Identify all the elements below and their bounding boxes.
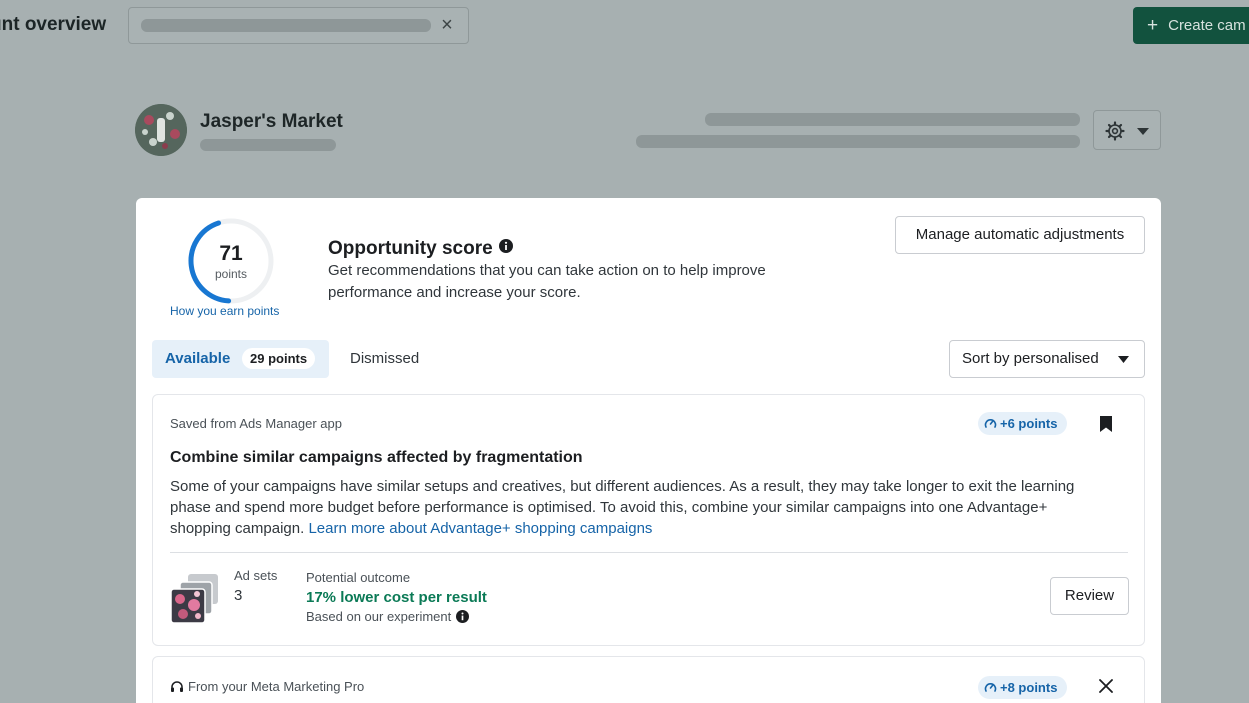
avatar <box>135 104 187 156</box>
recommendation-source: From your Meta Marketing Pro <box>170 679 364 694</box>
chevron-down-icon <box>1118 356 1129 363</box>
header-skeleton-line <box>705 113 1080 126</box>
divider <box>170 552 1128 553</box>
potential-outcome-value: 17% lower cost per result <box>306 589 487 606</box>
outcome-note-text: Based on our experiment <box>306 609 452 624</box>
sort-label: Sort by personalised <box>962 350 1099 367</box>
headset-icon <box>171 681 183 692</box>
info-icon[interactable] <box>498 239 513 253</box>
ad-sets-label: Ad sets <box>234 568 278 583</box>
info-icon[interactable] <box>456 610 470 623</box>
tab-available[interactable]: Available 29 points <box>152 340 329 378</box>
settings-dropdown-button[interactable] <box>1093 110 1161 150</box>
points-value: +8 points <box>1000 680 1058 695</box>
page-title: unt overview <box>0 14 107 35</box>
bookmark-icon[interactable] <box>1099 415 1113 433</box>
recommendation-source: Saved from Ads Manager app <box>170 416 342 431</box>
potential-outcome-label: Potential outcome <box>306 570 411 585</box>
create-campaign-label: Create cam <box>1168 17 1246 34</box>
create-campaign-button[interactable]: + Create cam <box>1133 7 1249 44</box>
outcome-note: Based on our experiment <box>306 609 470 624</box>
recommendation-title: Combine similar campaigns affected by fr… <box>170 449 583 466</box>
ad-sets-value: 3 <box>234 587 243 604</box>
opportunity-title-text: Opportunity score <box>328 238 493 259</box>
manage-automatic-adjustments-button[interactable]: Manage automatic adjustments <box>895 216 1145 254</box>
close-icon[interactable] <box>1099 679 1113 693</box>
recommendation-body: Some of your campaigns have similar setu… <box>170 476 1100 539</box>
plus-icon: + <box>1147 15 1159 36</box>
search-input[interactable]: × <box>128 7 469 44</box>
recommendation-source-text: From your Meta Marketing Pro <box>188 679 365 694</box>
tab-dismissed[interactable]: Dismissed <box>350 350 419 367</box>
points-value: +6 points <box>1000 416 1058 431</box>
search-placeholder-skeleton <box>141 19 431 32</box>
score-unit: points <box>214 267 248 281</box>
gear-icon <box>1105 121 1125 141</box>
close-icon[interactable]: × <box>436 14 458 36</box>
how-you-earn-points-link[interactable]: How you earn points <box>170 304 279 318</box>
sort-dropdown[interactable]: Sort by personalised <box>949 340 1145 378</box>
score-value: 71 <box>219 242 243 265</box>
opportunity-description: Get recommendations that you can take ac… <box>328 262 766 301</box>
top-bar: unt overview × + Create cam <box>0 0 1249 60</box>
learn-more-link[interactable]: Learn more about Advantage+ shopping cam… <box>308 520 652 537</box>
available-points-badge: 29 points <box>242 348 316 369</box>
ad-sets-thumbnails <box>170 574 218 624</box>
recommendation-card: Saved from Ads Manager app +6 points Com… <box>152 394 1145 646</box>
points-badge: +8 points <box>978 676 1068 699</box>
gauge-icon <box>984 683 997 692</box>
account-id-skeleton <box>200 139 336 151</box>
account-name: Jasper's Market <box>200 111 343 132</box>
points-badge: +6 points <box>978 412 1068 435</box>
opportunity-title: Opportunity score <box>328 238 513 260</box>
review-button[interactable]: Review <box>1050 577 1129 615</box>
header-skeleton-line <box>636 135 1080 148</box>
chevron-down-icon <box>1137 128 1149 135</box>
opportunity-score-card: 71 points How you earn points Opportunit… <box>136 198 1161 703</box>
gauge-icon <box>984 419 997 428</box>
tab-available-label: Available <box>165 350 231 367</box>
recommendation-card: From your Meta Marketing Pro +8 points <box>152 656 1145 703</box>
